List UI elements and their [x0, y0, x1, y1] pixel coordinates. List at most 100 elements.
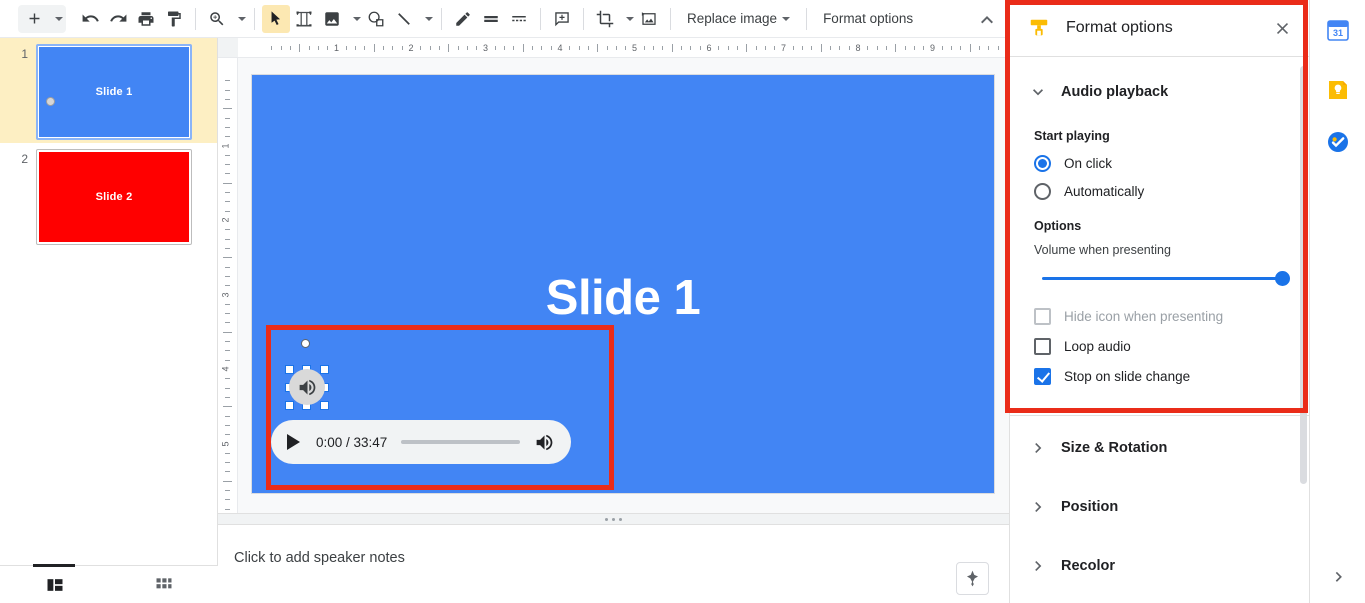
toolbar-divider-7 [806, 7, 808, 30]
explore-button[interactable] [956, 562, 989, 595]
filmstrip-slide-2[interactable]: 2 Slide 2 [0, 143, 217, 248]
checkbox-icon-checked[interactable] [1034, 367, 1051, 385]
ruler-label: 4 [220, 366, 231, 372]
ruler-label: 5 [632, 43, 638, 53]
resize-handle-se[interactable] [320, 401, 329, 410]
resize-handle-ne[interactable] [320, 365, 329, 374]
section-header-recolor[interactable]: Recolor [1010, 536, 1309, 595]
new-slide-button[interactable] [20, 5, 48, 33]
google-keep-icon[interactable] [1326, 78, 1350, 102]
resize-handle-sw[interactable] [285, 401, 294, 410]
volume-slider[interactable] [1034, 261, 1291, 289]
checkbox-icon[interactable] [1034, 337, 1051, 355]
speaker-notes-placeholder[interactable]: Click to add speaker notes [234, 550, 405, 566]
ruler-tick [504, 46, 506, 50]
audio-speaker-icon[interactable] [289, 369, 325, 405]
checkbox-icon-disabled [1034, 307, 1051, 325]
ruler-tick [671, 44, 673, 52]
ruler-label: 3 [220, 291, 231, 298]
section-header-size-and-rotation[interactable]: Size & Rotation [1010, 418, 1309, 477]
section-label: Position [1061, 498, 1119, 515]
section-header-audio-playback[interactable]: Audio playback [1010, 69, 1309, 115]
grid-view-button[interactable] [109, 566, 218, 603]
ruler-tick [225, 229, 230, 231]
speaker-notes-pane[interactable]: Click to add speaker notes [218, 525, 1009, 603]
new-slide-dropdown[interactable] [48, 5, 64, 33]
audio-player-control[interactable]: 0:00 / 33:47 [271, 420, 571, 464]
notes-resize-handle[interactable] [218, 513, 1009, 525]
text-box-button[interactable] [290, 5, 318, 33]
panel-scrollbar-thumb[interactable] [1300, 66, 1307, 484]
volume-slider-thumb[interactable] [1275, 270, 1290, 286]
insert-line-button[interactable] [390, 5, 418, 33]
paint-format-button[interactable] [160, 5, 188, 33]
filmstrip-slide-1[interactable]: 1 Slide 1 [0, 38, 217, 143]
ruler-tick [802, 46, 804, 50]
select-tool-button[interactable] [262, 4, 290, 33]
insert-line-dropdown[interactable] [418, 5, 434, 33]
collapse-menus-button[interactable] [975, 8, 999, 32]
insert-image-dropdown[interactable] [346, 5, 362, 33]
checkbox-label: Stop on slide change [1064, 368, 1191, 384]
format-options-button[interactable]: Format options [814, 7, 922, 30]
section-header-position[interactable]: Position [1010, 477, 1309, 536]
rotate-handle[interactable] [301, 339, 310, 348]
ruler-tick [299, 44, 301, 52]
ruler-tick [225, 322, 230, 324]
options-label: Options [1034, 219, 1082, 233]
play-icon[interactable] [287, 434, 300, 450]
slide-thumbnail-1[interactable]: Slide 1 [36, 44, 192, 140]
checkbox-hide-icon-when-presenting[interactable]: Hide icon when presenting [1034, 301, 1291, 331]
ruler-corner [218, 38, 238, 57]
line-weight-button[interactable] [477, 5, 505, 33]
ruler-tick [364, 46, 366, 50]
add-comment-button[interactable] [548, 5, 576, 33]
crop-button[interactable] [591, 5, 619, 33]
ruler-tick [662, 46, 664, 50]
slide-editor[interactable]: Slide 1 0:00 / 33:47 [252, 75, 994, 493]
volume-slider-track[interactable] [1042, 270, 1290, 286]
radio-icon[interactable] [1034, 182, 1051, 200]
mask-image-button[interactable] [635, 5, 663, 33]
insert-image-button[interactable] [318, 5, 346, 33]
line-dash-button[interactable] [505, 5, 533, 33]
zoom-dropdown[interactable] [231, 5, 247, 33]
vertical-ruler[interactable]: 1 2 3 4 5 [218, 58, 238, 513]
redo-button[interactable] [104, 5, 132, 33]
horizontal-ruler[interactable]: 1 2 3 4 5 6 7 8 9 [218, 38, 1009, 58]
slide-thumbnail-2[interactable]: Slide 2 [36, 149, 192, 245]
ruler-label: 5 [220, 440, 231, 447]
radio-icon-selected[interactable] [1034, 154, 1051, 172]
ruler-tick [225, 285, 230, 287]
zoom-button[interactable] [203, 5, 231, 33]
ruler-tick [225, 396, 230, 398]
ruler-tick [225, 303, 230, 305]
close-icon[interactable] [1269, 15, 1295, 41]
radio-automatically[interactable]: Automatically [1034, 177, 1291, 205]
ruler-tick [951, 46, 953, 50]
ruler-tick [597, 44, 599, 52]
filmstrip-view-button[interactable] [0, 563, 109, 603]
checkbox-loop-audio[interactable]: Loop audio [1034, 331, 1291, 361]
slide-filmstrip[interactable]: 1 Slide 1 2 Slide 2 [0, 38, 218, 565]
insert-shape-button[interactable] [362, 5, 390, 33]
show-side-panel-button[interactable] [1328, 566, 1348, 586]
google-calendar-icon[interactable]: 31 [1326, 18, 1350, 42]
print-button[interactable] [132, 5, 160, 33]
resize-handle-nw[interactable] [285, 365, 294, 374]
replace-image-button[interactable]: Replace image [678, 7, 799, 30]
audio-volume-icon[interactable] [534, 432, 555, 453]
slide-canvas-area[interactable]: Slide 1 0:00 / 33:47 [238, 58, 1009, 513]
pen-button[interactable] [449, 5, 477, 33]
ruler-tick [653, 46, 655, 50]
crop-dropdown[interactable] [619, 5, 635, 33]
slide-title-text[interactable]: Slide 1 [252, 270, 994, 326]
google-tasks-icon[interactable] [1326, 130, 1350, 154]
audio-progress-bar[interactable] [401, 440, 520, 444]
radio-on-click[interactable]: On click [1034, 149, 1291, 177]
checkbox-stop-on-slide-change[interactable]: Stop on slide change [1034, 361, 1291, 391]
ruler-label: 1 [220, 142, 231, 149]
ruler-tick [223, 406, 232, 408]
audio-time-display: 0:00 / 33:47 [316, 434, 388, 450]
undo-button[interactable] [76, 5, 104, 33]
